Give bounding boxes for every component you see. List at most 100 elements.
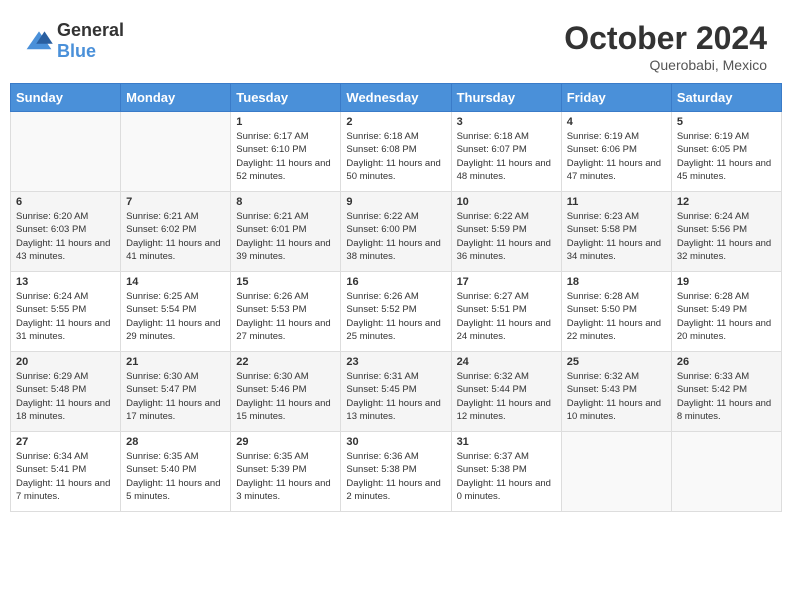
calendar-cell: 19Sunrise: 6:28 AMSunset: 5:49 PMDayligh… (671, 272, 781, 352)
day-info: Sunrise: 6:20 AMSunset: 6:03 PMDaylight:… (16, 210, 115, 263)
calendar-cell: 3 Sunrise: 6:18 AMSunset: 6:07 PMDaylight… (451, 112, 561, 192)
day-number: 8 (236, 196, 335, 208)
day-info: Sunrise: 6:35 AMSunset: 5:39 PMDaylight:… (236, 450, 335, 503)
weekday-header-row: SundayMondayTuesdayWednesdayThursdayFrid… (11, 84, 782, 112)
day-number: 17 (457, 276, 556, 288)
calendar-cell: 15 Sunrise: 6:26 AMSunset: 5:53 PMDayligh… (231, 272, 341, 352)
month-title: October 2024 (564, 20, 767, 57)
calendar-cell: 31 Sunrise: 6:37 AMSunset: 5:38 PMDayligh… (451, 432, 561, 512)
calendar-cell: 2Sunrise: 6:18 AMSunset: 6:08 PMDaylight… (341, 112, 451, 192)
day-info: Sunrise: 6:30 AMSunset: 5:47 PMDaylight:… (126, 370, 225, 423)
day-info: Sunrise: 6:24 AMSunset: 5:55 PMDaylight:… (16, 290, 115, 343)
day-info: Sunrise: 6:37 AMSunset: 5:38 PMDaylight:… (457, 450, 556, 503)
day-info: Sunrise: 6:19 AMSunset: 6:05 PMDaylight:… (677, 130, 776, 183)
calendar-cell: 26 Sunrise: 6:33 AMSunset: 5:42 PMDayligh… (671, 352, 781, 432)
day-number: 26 (677, 356, 776, 368)
day-info: Sunrise: 6:27 AMSunset: 5:51 PMDaylight:… (457, 290, 556, 343)
weekday-header-wednesday: Wednesday (341, 84, 451, 112)
logo-general-text: General (57, 20, 124, 40)
calendar-cell: 11Sunrise: 6:23 AMSunset: 5:58 PMDayligh… (561, 192, 671, 272)
day-info: Sunrise: 6:24 AMSunset: 5:56 PMDaylight:… (677, 210, 776, 263)
calendar-cell (561, 432, 671, 512)
day-number: 3 (457, 116, 556, 128)
day-number: 15 (236, 276, 335, 288)
day-info: Sunrise: 6:35 AMSunset: 5:40 PMDaylight:… (126, 450, 225, 503)
weekday-header-friday: Friday (561, 84, 671, 112)
day-info: Sunrise: 6:28 AMSunset: 5:50 PMDaylight:… (567, 290, 666, 343)
day-number: 19 (677, 276, 776, 288)
day-info: Sunrise: 6:34 AMSunset: 5:41 PMDaylight:… (16, 450, 115, 503)
day-number: 4 (567, 116, 666, 128)
calendar-cell: 17 Sunrise: 6:27 AMSunset: 5:51 PMDayligh… (451, 272, 561, 352)
page-header: General Blue October 2024 Querobabi, Mex… (10, 10, 782, 78)
day-info: Sunrise: 6:22 AMSunset: 6:00 PMDaylight:… (346, 210, 445, 263)
calendar-cell: 30Sunrise: 6:36 AMSunset: 5:38 PMDayligh… (341, 432, 451, 512)
calendar-cell: 6 Sunrise: 6:20 AMSunset: 6:03 PMDaylight… (11, 192, 121, 272)
day-number: 6 (16, 196, 115, 208)
day-number: 23 (346, 356, 445, 368)
day-number: 28 (126, 436, 225, 448)
week-row-5: 27 Sunrise: 6:34 AMSunset: 5:41 PMDayligh… (11, 432, 782, 512)
calendar-cell: 14 Sunrise: 6:25 AMSunset: 5:54 PMDayligh… (121, 272, 231, 352)
day-info: Sunrise: 6:26 AMSunset: 5:53 PMDaylight:… (236, 290, 335, 343)
day-number: 20 (16, 356, 115, 368)
day-number: 24 (457, 356, 556, 368)
week-row-3: 13 Sunrise: 6:24 AMSunset: 5:55 PMDayligh… (11, 272, 782, 352)
weekday-header-thursday: Thursday (451, 84, 561, 112)
logo-blue-text: Blue (57, 41, 96, 61)
day-number: 13 (16, 276, 115, 288)
day-number: 18 (567, 276, 666, 288)
calendar-cell: 8 Sunrise: 6:21 AMSunset: 6:01 PMDaylight… (231, 192, 341, 272)
day-number: 21 (126, 356, 225, 368)
day-info: Sunrise: 6:33 AMSunset: 5:42 PMDaylight:… (677, 370, 776, 423)
day-number: 29 (236, 436, 335, 448)
week-row-2: 6 Sunrise: 6:20 AMSunset: 6:03 PMDaylight… (11, 192, 782, 272)
day-number: 9 (346, 196, 445, 208)
weekday-header-monday: Monday (121, 84, 231, 112)
day-info: Sunrise: 6:21 AMSunset: 6:02 PMDaylight:… (126, 210, 225, 263)
day-number: 5 (677, 116, 776, 128)
day-number: 1 (236, 116, 335, 128)
day-info: Sunrise: 6:19 AMSunset: 6:06 PMDaylight:… (567, 130, 666, 183)
day-number: 12 (677, 196, 776, 208)
calendar-cell: 22 Sunrise: 6:30 AMSunset: 5:46 PMDayligh… (231, 352, 341, 432)
day-number: 22 (236, 356, 335, 368)
day-info: Sunrise: 6:21 AMSunset: 6:01 PMDaylight:… (236, 210, 335, 263)
calendar-cell: 29 Sunrise: 6:35 AMSunset: 5:39 PMDayligh… (231, 432, 341, 512)
week-row-4: 20 Sunrise: 6:29 AMSunset: 5:48 PMDayligh… (11, 352, 782, 432)
calendar-cell: 4 Sunrise: 6:19 AMSunset: 6:06 PMDaylight… (561, 112, 671, 192)
day-number: 27 (16, 436, 115, 448)
calendar-cell: 27 Sunrise: 6:34 AMSunset: 5:41 PMDayligh… (11, 432, 121, 512)
calendar-cell: 5 Sunrise: 6:19 AMSunset: 6:05 PMDaylight… (671, 112, 781, 192)
day-number: 31 (457, 436, 556, 448)
day-number: 14 (126, 276, 225, 288)
day-info: Sunrise: 6:17 AMSunset: 6:10 PMDaylight:… (236, 130, 335, 183)
day-info: Sunrise: 6:25 AMSunset: 5:54 PMDaylight:… (126, 290, 225, 343)
week-row-1: 1 Sunrise: 6:17 AMSunset: 6:10 PMDaylight… (11, 112, 782, 192)
day-info: Sunrise: 6:18 AMSunset: 6:07 PMDaylight:… (457, 130, 556, 183)
calendar-cell: 20 Sunrise: 6:29 AMSunset: 5:48 PMDayligh… (11, 352, 121, 432)
weekday-header-saturday: Saturday (671, 84, 781, 112)
generalblue-logo-icon (25, 30, 53, 52)
calendar-cell: 25Sunrise: 6:32 AMSunset: 5:43 PMDayligh… (561, 352, 671, 432)
day-number: 25 (567, 356, 666, 368)
calendar-title-block: October 2024 Querobabi, Mexico (564, 20, 767, 73)
calendar-cell (121, 112, 231, 192)
calendar-cell: 13 Sunrise: 6:24 AMSunset: 5:55 PMDayligh… (11, 272, 121, 352)
day-info: Sunrise: 6:31 AMSunset: 5:45 PMDaylight:… (346, 370, 445, 423)
day-info: Sunrise: 6:26 AMSunset: 5:52 PMDaylight:… (346, 290, 445, 343)
calendar-cell: 10Sunrise: 6:22 AMSunset: 5:59 PMDayligh… (451, 192, 561, 272)
day-number: 10 (457, 196, 556, 208)
calendar-cell: 24 Sunrise: 6:32 AMSunset: 5:44 PMDayligh… (451, 352, 561, 432)
day-number: 30 (346, 436, 445, 448)
calendar-table: SundayMondayTuesdayWednesdayThursdayFrid… (10, 83, 782, 512)
day-number: 16 (346, 276, 445, 288)
location-title: Querobabi, Mexico (564, 57, 767, 73)
day-info: Sunrise: 6:32 AMSunset: 5:44 PMDaylight:… (457, 370, 556, 423)
day-number: 7 (126, 196, 225, 208)
weekday-header-tuesday: Tuesday (231, 84, 341, 112)
day-info: Sunrise: 6:29 AMSunset: 5:48 PMDaylight:… (16, 370, 115, 423)
calendar-cell (671, 432, 781, 512)
day-info: Sunrise: 6:30 AMSunset: 5:46 PMDaylight:… (236, 370, 335, 423)
day-info: Sunrise: 6:23 AMSunset: 5:58 PMDaylight:… (567, 210, 666, 263)
